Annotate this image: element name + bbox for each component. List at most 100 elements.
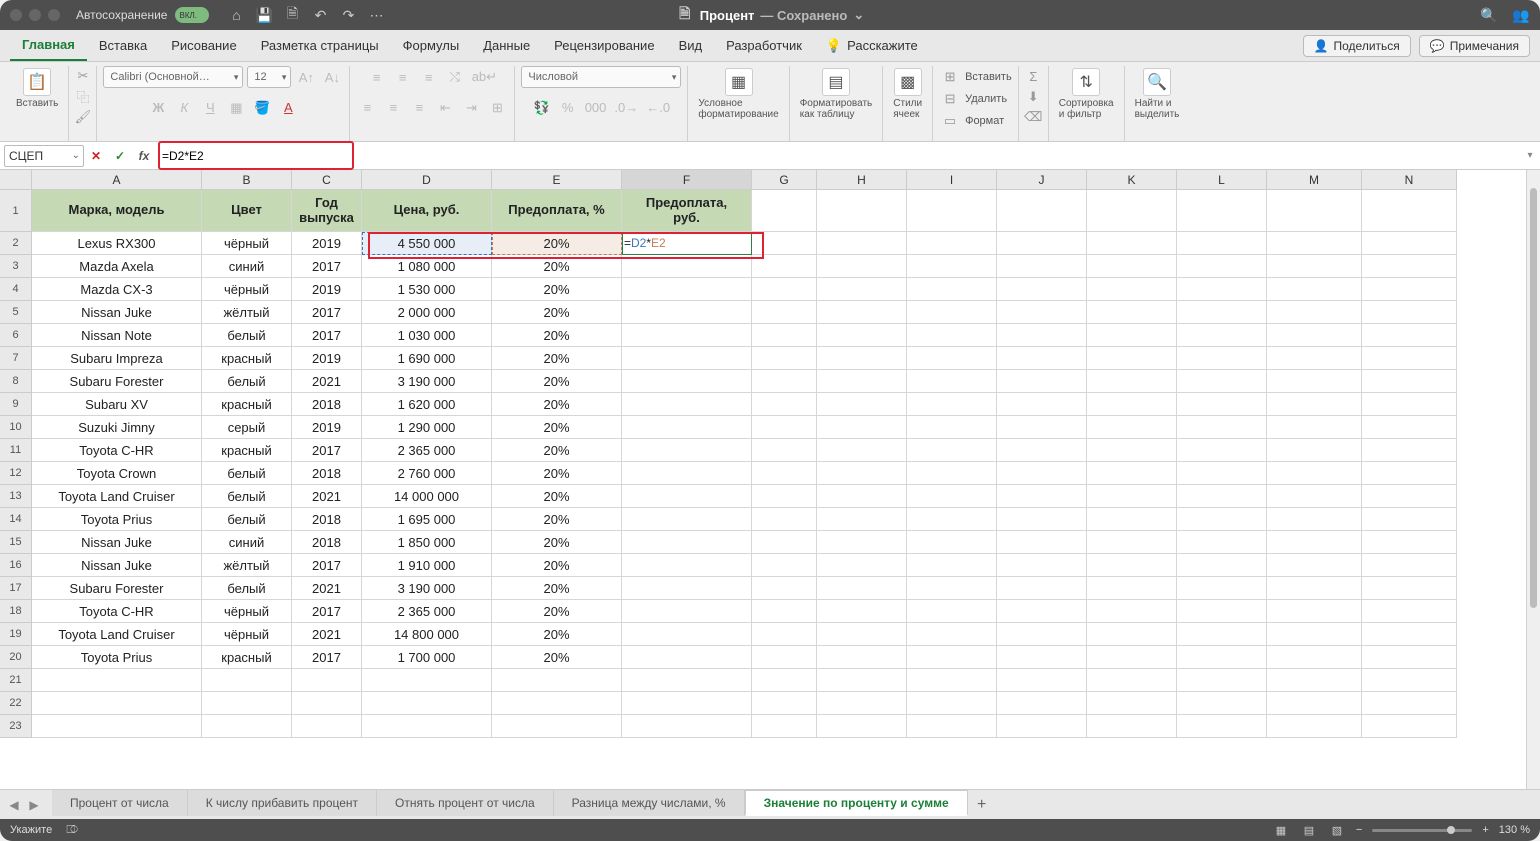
cell[interactable] (907, 462, 997, 485)
row-header-20[interactable]: 20 (0, 646, 32, 669)
insert-cells-button[interactable]: ⊞Вставить (939, 66, 1012, 88)
cell[interactable]: Mazda CX-3 (32, 278, 202, 301)
align-middle-icon[interactable]: ≡ (392, 66, 414, 88)
zoom-thumb[interactable] (1447, 826, 1455, 834)
cell[interactable] (817, 692, 907, 715)
cell[interactable] (817, 232, 907, 255)
cell[interactable] (997, 508, 1087, 531)
cell[interactable] (1267, 301, 1362, 324)
enter-formula-button[interactable]: ✓ (108, 144, 132, 168)
cell[interactable] (1087, 485, 1177, 508)
worksheet[interactable]: ABCDEFGHIJKLMN 1Марка, модельЦветГодвыпу… (0, 170, 1526, 789)
cell[interactable] (622, 531, 752, 554)
cell[interactable] (1177, 646, 1267, 669)
cell[interactable]: 2021 (292, 623, 362, 646)
cell[interactable]: Lexus RX300 (32, 232, 202, 255)
cell[interactable]: 2019 (292, 278, 362, 301)
cell[interactable] (752, 600, 817, 623)
cell[interactable]: синий (202, 255, 292, 278)
zoom-in-icon[interactable]: + (1482, 824, 1488, 836)
cell[interactable]: белый (202, 370, 292, 393)
zoom-value[interactable]: 130 % (1499, 824, 1530, 836)
cell[interactable]: 1 080 000 (362, 255, 492, 278)
cell[interactable] (1267, 646, 1362, 669)
cell[interactable]: белый (202, 462, 292, 485)
cell[interactable] (362, 692, 492, 715)
cell[interactable] (1362, 554, 1457, 577)
cell[interactable] (362, 715, 492, 738)
cell[interactable]: 3 190 000 (362, 370, 492, 393)
cell[interactable]: 1 530 000 (362, 278, 492, 301)
col-header-H[interactable]: H (817, 170, 907, 190)
cell[interactable]: Марка, модель (32, 190, 202, 232)
col-header-J[interactable]: J (997, 170, 1087, 190)
cell[interactable] (907, 324, 997, 347)
add-sheet-button[interactable]: + (968, 796, 996, 814)
cell[interactable] (622, 600, 752, 623)
cell[interactable] (1177, 462, 1267, 485)
cell[interactable] (907, 278, 997, 301)
cell[interactable] (752, 301, 817, 324)
row-header-4[interactable]: 4 (0, 278, 32, 301)
ribbon-tab-6[interactable]: Рецензирование (542, 30, 666, 61)
cell[interactable] (907, 531, 997, 554)
cell[interactable] (1177, 324, 1267, 347)
cell[interactable] (622, 623, 752, 646)
cell[interactable]: 20% (492, 324, 622, 347)
cell[interactable]: 20% (492, 370, 622, 393)
cell[interactable]: серый (202, 416, 292, 439)
cell[interactable] (752, 324, 817, 347)
cell[interactable]: 3 190 000 (362, 577, 492, 600)
cell[interactable] (997, 623, 1087, 646)
cell[interactable] (1267, 531, 1362, 554)
name-box[interactable]: СЦЕП (4, 145, 84, 167)
font-size-select[interactable]: 12 (247, 66, 291, 88)
vertical-scrollbar[interactable] (1526, 170, 1540, 789)
home-icon[interactable]: ⌂ (227, 6, 245, 24)
cell[interactable] (1087, 623, 1177, 646)
cell[interactable]: 2019 (292, 347, 362, 370)
cell[interactable] (817, 462, 907, 485)
cell[interactable] (817, 600, 907, 623)
cell[interactable]: 20% (492, 508, 622, 531)
cell[interactable] (1362, 623, 1457, 646)
cell[interactable] (752, 485, 817, 508)
cell[interactable] (1267, 255, 1362, 278)
cell[interactable] (997, 278, 1087, 301)
row-header-9[interactable]: 9 (0, 393, 32, 416)
cell[interactable] (1267, 278, 1362, 301)
cell[interactable] (907, 508, 997, 531)
cell[interactable] (817, 324, 907, 347)
zoom-slider[interactable] (1372, 829, 1472, 832)
cell[interactable] (997, 439, 1087, 462)
cell[interactable] (1177, 301, 1267, 324)
cell[interactable] (1362, 324, 1457, 347)
cell[interactable] (1087, 301, 1177, 324)
format-cells-button[interactable]: ▭Формат (939, 110, 1004, 132)
minimize-icon[interactable] (29, 9, 41, 21)
cell[interactable] (1362, 508, 1457, 531)
cell[interactable]: жёлтый (202, 554, 292, 577)
row-header-12[interactable]: 12 (0, 462, 32, 485)
cell[interactable]: 2017 (292, 646, 362, 669)
increase-font-icon[interactable]: A↑ (295, 66, 317, 88)
cell[interactable]: Subaru Impreza (32, 347, 202, 370)
cell[interactable]: 20% (492, 439, 622, 462)
cell[interactable]: Mazda Axela (32, 255, 202, 278)
cell[interactable]: 2 760 000 (362, 462, 492, 485)
col-header-K[interactable]: K (1087, 170, 1177, 190)
cell[interactable]: 2018 (292, 508, 362, 531)
cell[interactable] (202, 669, 292, 692)
cell[interactable]: 2 365 000 (362, 600, 492, 623)
orientation-icon[interactable]: ⤭ (444, 66, 466, 88)
cell[interactable] (1177, 255, 1267, 278)
cell[interactable] (1267, 623, 1362, 646)
cell[interactable] (32, 715, 202, 738)
cell[interactable] (1177, 577, 1267, 600)
cell[interactable] (1362, 531, 1457, 554)
cell[interactable]: 20% (492, 347, 622, 370)
ribbon-tab-8[interactable]: Разработчик (714, 30, 814, 61)
cell[interactable]: 20% (492, 301, 622, 324)
cell[interactable] (32, 692, 202, 715)
decrease-font-icon[interactable]: A↓ (321, 66, 343, 88)
